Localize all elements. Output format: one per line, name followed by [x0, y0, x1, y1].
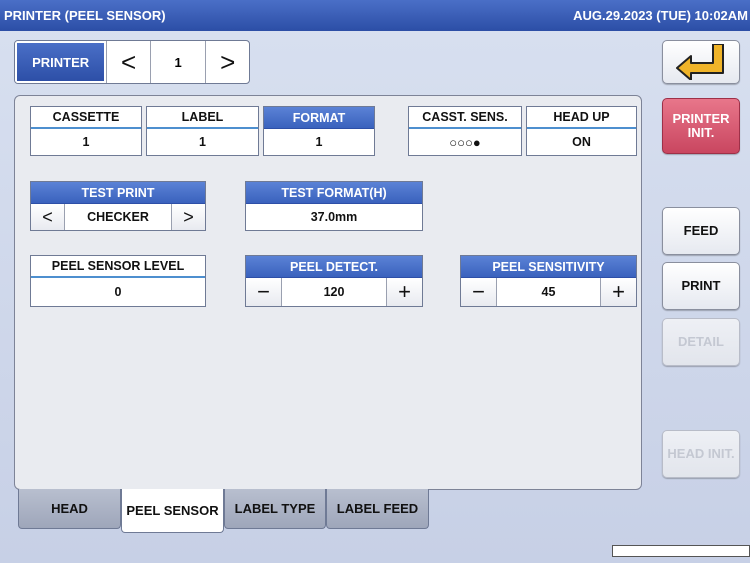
title-bar: PRINTER (PEEL SENSOR) AUG.29.2023 (TUE) … [0, 0, 750, 31]
tab-head[interactable]: HEAD [18, 489, 121, 529]
cassette-label: CASSETTE [31, 107, 141, 129]
peel-detect-plus-button[interactable]: + [386, 278, 422, 306]
test-print-next-button[interactable]: > [171, 204, 205, 230]
peel-sensitivity-minus-button[interactable]: − [461, 278, 497, 306]
casst-sens-value: ○○○● [449, 134, 481, 150]
peel-sensor-level-value: 0 [114, 285, 122, 299]
label-label: LABEL [147, 107, 258, 129]
head-up-value: ON [572, 135, 591, 149]
tab-peel-sensor[interactable]: PEEL SENSOR [121, 489, 224, 533]
printer-label: PRINTER [15, 41, 108, 83]
peel-sensitivity-value: 45 [541, 285, 556, 299]
detail-button[interactable]: DETAIL [662, 318, 740, 366]
peel-sensitivity-field: PEEL SENSITIVITY − 45 + [460, 255, 637, 307]
label-value: 1 [199, 135, 206, 149]
peel-sensitivity-label: PEEL SENSITIVITY [461, 256, 636, 278]
casst-sens-field: CASST. SENS. ○○○● [408, 106, 522, 156]
status-bar [612, 545, 750, 557]
test-print-value: CHECKER [87, 210, 149, 224]
cassette-value: 1 [82, 135, 90, 149]
test-print-value-row: < CHECKER > [31, 204, 205, 230]
printer-init-button[interactable]: PRINTER INIT. [662, 98, 740, 154]
peel-detect-minus-button[interactable]: − [246, 278, 282, 306]
format-label: FORMAT [264, 107, 374, 129]
peel-detect-value: 120 [323, 285, 345, 299]
tab-label-type[interactable]: LABEL TYPE [224, 489, 326, 529]
test-print-field: TEST PRINT < CHECKER > [30, 181, 206, 231]
casst-sens-label: CASST. SENS. [409, 107, 521, 129]
label-field: LABEL 1 [146, 106, 259, 156]
printer-selector: PRINTER < 1 > [14, 40, 250, 84]
printer-number: 1 [149, 41, 206, 83]
peel-sensitivity-plus-button[interactable]: + [600, 278, 636, 306]
main-panel: CASSETTE 1 LABEL 1 FORMAT 1 CASST. SENS.… [14, 95, 642, 490]
tab-label-feed[interactable]: LABEL FEED [326, 489, 429, 529]
printer-prev-button[interactable]: < [106, 41, 150, 83]
feed-button[interactable]: FEED [662, 207, 740, 255]
head-init-button[interactable]: HEAD INIT. [662, 430, 740, 478]
page-title: PRINTER (PEEL SENSOR) [4, 8, 166, 23]
head-up-field: HEAD UP ON [526, 106, 637, 156]
format-field[interactable]: FORMAT 1 [263, 106, 375, 156]
return-arrow-icon [676, 44, 724, 80]
peel-detect-label: PEEL DETECT. [246, 256, 422, 278]
test-format-field[interactable]: TEST FORMAT(H) 37.0mm [245, 181, 423, 231]
format-value: 1 [315, 135, 323, 149]
peel-detect-value-row: − 120 + [246, 278, 422, 306]
head-up-label: HEAD UP [527, 107, 636, 129]
print-button[interactable]: PRINT [662, 262, 740, 310]
test-format-value: 37.0mm [310, 210, 358, 224]
test-print-prev-button[interactable]: < [31, 204, 65, 230]
test-print-label: TEST PRINT [31, 182, 205, 204]
peel-sensitivity-value-row: − 45 + [461, 278, 636, 306]
back-button[interactable] [662, 40, 740, 84]
cassette-field: CASSETTE 1 [30, 106, 142, 156]
printer-next-button[interactable]: > [205, 41, 249, 83]
datetime: AUG.29.2023 (TUE) 10:02AM [573, 8, 748, 23]
peel-sensor-level-label: PEEL SENSOR LEVEL [31, 256, 205, 278]
test-format-label: TEST FORMAT(H) [246, 182, 422, 204]
peel-detect-field: PEEL DETECT. − 120 + [245, 255, 423, 307]
peel-sensor-level-field: PEEL SENSOR LEVEL 0 [30, 255, 206, 307]
